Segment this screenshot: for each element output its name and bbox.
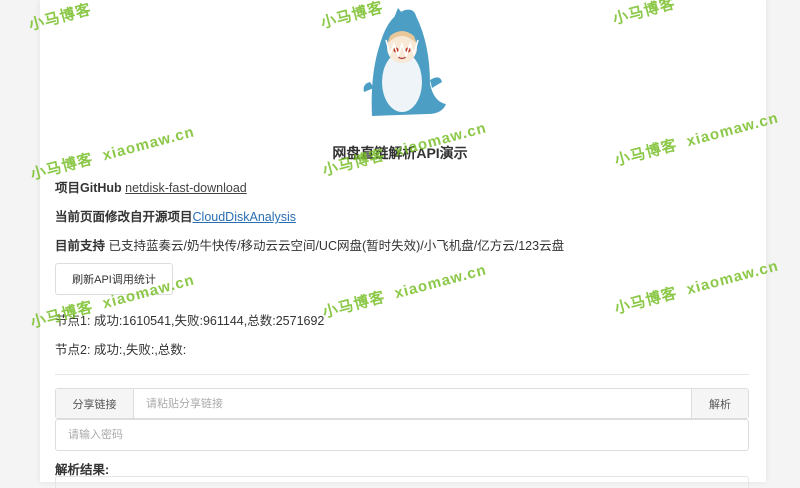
support-line: 目前支持 已支持蓝奏云/奶牛快传/移动云云空间/UC网盘(暂时失效)/小飞机盘/… — [55, 235, 564, 254]
refresh-stats-button[interactable]: 刷新API调用统计 — [55, 263, 173, 295]
share-link-addon: 分享链接 — [56, 389, 134, 418]
page-title: 网盘直链解析API演示 — [332, 145, 468, 161]
share-link-group: 分享链接 解析 — [55, 388, 749, 419]
shark-mascot-icon — [363, 8, 446, 117]
source-label: 当前页面修改自开源项目 — [55, 210, 193, 224]
password-input[interactable] — [55, 419, 749, 451]
support-label: 目前支持 — [55, 239, 106, 253]
parse-button[interactable]: 解析 — [691, 389, 748, 418]
share-link-input[interactable] — [134, 389, 691, 418]
node1-stats: 节点1: 成功:1610541,失败:961144,总数:2571692 — [55, 314, 325, 328]
source-link[interactable]: CloudDiskAnalysis — [193, 210, 297, 224]
source-line: 当前页面修改自开源项目CloudDiskAnalysis — [55, 206, 296, 225]
result-box — [55, 476, 749, 488]
github-line: 项目GitHub netdisk-fast-download — [55, 177, 247, 196]
support-text: 已支持蓝奏云/奶牛快传/移动云云空间/UC网盘(暂时失效)/小飞机盘/亿方云/1… — [108, 239, 565, 253]
node2-stats: 节点2: 成功:,失败:,总数: — [55, 343, 187, 357]
divider — [55, 374, 749, 375]
github-label: 项目GitHub — [55, 181, 122, 195]
github-link[interactable]: netdisk-fast-download — [125, 181, 247, 195]
